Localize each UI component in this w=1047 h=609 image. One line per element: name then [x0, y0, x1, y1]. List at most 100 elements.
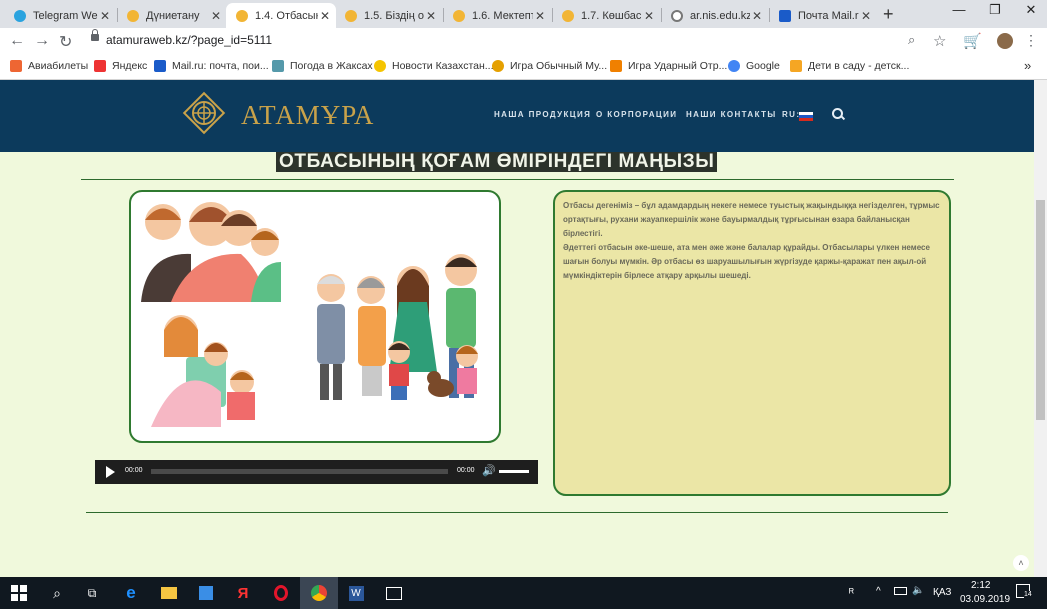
more-bookmarks-button[interactable]: »: [1024, 58, 1031, 73]
menu-kebab-icon[interactable]: ⋮: [1024, 32, 1038, 49]
tab-title: Почта Mail.ru: [798, 9, 859, 22]
nav-nasha-produkciya[interactable]: НАША ПРОДУКЦИЯ: [494, 110, 591, 119]
tab-title: Telegram Web: [33, 9, 98, 22]
site-icon: [453, 9, 465, 22]
back-button[interactable]: ←: [9, 32, 25, 50]
description-paragraph-2: Әдеттегі отбасын әке-шеше, ата мен әже ж…: [563, 243, 930, 281]
task-view-icon[interactable]: ⧉: [73, 577, 111, 609]
site-logo-text[interactable]: АТАМҰРА: [241, 100, 374, 131]
close-icon[interactable]: ✕: [424, 9, 438, 23]
minimize-button[interactable]: —: [944, 2, 974, 17]
bookmark-yandex[interactable]: Яндекс: [94, 60, 147, 72]
close-icon[interactable]: ✕: [318, 9, 332, 23]
bookmark-novosti[interactable]: Новости Казахстан...: [374, 60, 494, 72]
bookmark-label: Игра Ударный Отр...: [628, 60, 728, 72]
russia-flag-icon[interactable]: [799, 112, 813, 121]
bookmark-label: Новости Казахстан...: [392, 60, 494, 72]
tab-nis[interactable]: ar.nis.edu.kz ✕: [661, 3, 768, 28]
tab-title: 1.7. Көшбасшы: [581, 9, 642, 22]
scrollbar-thumb[interactable]: [1036, 200, 1045, 420]
yandex-icon: [94, 60, 106, 72]
battery-icon[interactable]: [894, 587, 907, 595]
globe-icon: [671, 9, 683, 22]
nav-nashi-kontakty[interactable]: НАШИ КОНТАКТЫ: [686, 110, 777, 119]
close-icon[interactable]: ✕: [642, 9, 656, 23]
yandex-browser-icon[interactable]: Я: [224, 577, 262, 609]
photos-icon[interactable]: [375, 577, 413, 609]
profile-avatar[interactable]: [997, 33, 1013, 49]
cart-extension-icon[interactable]: 🛒: [963, 32, 982, 50]
nav-o-korporacii[interactable]: О КОРПОРАЦИИ: [596, 110, 677, 119]
chrome-icon[interactable]: [300, 577, 338, 609]
language-selector[interactable]: RU:: [782, 110, 800, 119]
tab-bizdin-otbasym[interactable]: 1.5. Біздің отбасым ✕: [335, 3, 442, 28]
close-icon[interactable]: ✕: [859, 9, 873, 23]
edge-icon[interactable]: e: [112, 577, 150, 609]
game-icon: [492, 60, 504, 72]
close-icon[interactable]: ✕: [533, 9, 547, 23]
tab-active-otbasy[interactable]: 1.4. Отбасының ✕: [226, 3, 336, 28]
bookmark-deti[interactable]: Дети в саду - детск...: [790, 60, 909, 72]
logo-emblem-icon[interactable]: [181, 90, 227, 136]
language-indicator[interactable]: ҚАЗ: [933, 587, 951, 598]
clock-date[interactable]: 03.09.2019: [960, 594, 1010, 605]
close-window-button[interactable]: ✕: [1016, 2, 1046, 18]
bookmark-star-icon[interactable]: ☆: [933, 32, 946, 50]
play-icon[interactable]: [106, 466, 115, 478]
tab-title: 1.5. Біздің отбасым: [364, 9, 424, 22]
volume-icon[interactable]: 🔊: [482, 464, 496, 477]
page-scrollbar[interactable]: [1034, 80, 1047, 577]
new-tab-button[interactable]: +: [883, 4, 894, 25]
search-icon[interactable]: ⌕: [38, 577, 76, 609]
mail-icon: [779, 9, 791, 22]
tray-chevron-icon[interactable]: ^: [876, 586, 881, 597]
tab-mailru[interactable]: Почта Mail.ru ✕: [769, 3, 877, 28]
start-button[interactable]: [0, 577, 38, 609]
address-bar[interactable]: atamuraweb.kz/?page_id=5111: [106, 33, 272, 47]
tab-duinetanu[interactable]: Дүниетану ✕: [117, 3, 227, 28]
site-header: АТАМҰРА НАША ПРОДУКЦИЯ О КОРПОРАЦИИ НАШИ…: [0, 80, 1034, 152]
bookmark-igra-2[interactable]: Игра Ударный Отр...: [610, 60, 727, 72]
tab-title: ar.nis.edu.kz: [690, 9, 750, 22]
store-icon[interactable]: [187, 577, 225, 609]
scroll-top-button[interactable]: ˄: [1013, 555, 1029, 571]
google-icon: [728, 60, 740, 72]
tab-mekteptegi[interactable]: 1.6. Мектептегі ✕: [443, 3, 551, 28]
bookmark-mailru[interactable]: Mail.ru: почта, пои...: [154, 60, 269, 72]
clock-time[interactable]: 2:12: [971, 580, 990, 591]
reload-button[interactable]: ↻: [59, 32, 72, 52]
volume-slider[interactable]: [499, 470, 529, 473]
opera-icon[interactable]: [262, 577, 300, 609]
browser-tab-strip: Telegram Web ✕ Дүниетану ✕ 1.4. Отбасыны…: [0, 0, 1047, 28]
bookmark-igra-1[interactable]: Игра Обычный Му...: [492, 60, 607, 72]
search-icon[interactable]: [832, 108, 843, 119]
people-icon[interactable]: ᴿ: [849, 587, 854, 599]
bookmarks-bar: Авиабилеты Яндекс Mail.ru: почта, пои...…: [0, 56, 1047, 80]
word-icon[interactable]: W: [337, 577, 375, 609]
notifications-count: 14: [1024, 591, 1032, 598]
news-icon: [374, 60, 386, 72]
windows-taskbar: ⌕ ⧉ e Я W ᴿ ^ 🔈 ҚАЗ 2:12 03.09.2019 14: [0, 577, 1047, 609]
description-paragraph-1: Отбасы дегеніміз – бұл адамдардың некеге…: [563, 201, 940, 239]
forward-button[interactable]: →: [34, 32, 50, 50]
plane-icon: [10, 60, 22, 72]
close-icon[interactable]: ✕: [98, 9, 112, 23]
tab-title: 1.4. Отбасының: [255, 9, 318, 22]
site-icon: [236, 9, 248, 22]
close-icon[interactable]: ✕: [209, 9, 223, 23]
tab-telegram[interactable]: Telegram Web ✕: [4, 3, 116, 28]
file-explorer-icon[interactable]: [150, 577, 188, 609]
bookmark-aviabilety[interactable]: Авиабилеты: [10, 60, 88, 72]
audio-progress-bar[interactable]: [151, 469, 448, 474]
bottom-divider: [86, 512, 948, 513]
audio-current-time: 00:00: [125, 467, 143, 474]
restore-button[interactable]: ❐: [980, 2, 1010, 18]
volume-tray-icon[interactable]: 🔈: [912, 585, 924, 596]
zoom-icon[interactable]: ⌕: [908, 32, 915, 48]
description-box: Отбасы дегеніміз – бұл адамдардың некеге…: [553, 190, 951, 496]
bookmark-google[interactable]: Google: [728, 60, 780, 72]
close-icon[interactable]: ✕: [750, 9, 764, 23]
tab-koshbasshy[interactable]: 1.7. Көшбасшы ✕: [552, 3, 660, 28]
bookmark-pogoda[interactable]: Погода в Жаксах: [272, 60, 373, 72]
bookmark-label: Mail.ru: почта, пои...: [172, 60, 269, 72]
